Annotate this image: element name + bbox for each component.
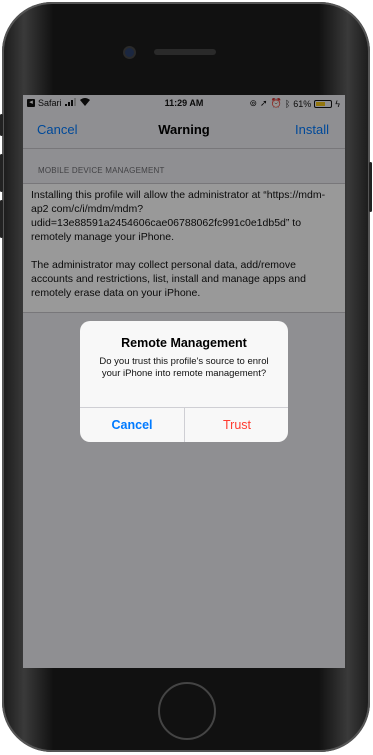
front-camera — [125, 48, 134, 57]
volume-up-button — [0, 154, 3, 192]
alert-title: Remote Management — [121, 336, 247, 350]
alert-cancel-button[interactable]: Cancel — [80, 408, 184, 442]
earpiece-speaker — [154, 49, 216, 55]
alert-message: Do you trust this profile's source to en… — [99, 356, 269, 379]
home-button[interactable] — [158, 682, 216, 740]
remote-management-alert: Remote Management Do you trust this prof… — [80, 321, 288, 442]
volume-down-button — [0, 200, 3, 238]
alert-trust-button[interactable]: Trust — [185, 408, 288, 442]
silent-switch — [0, 114, 3, 136]
power-button — [369, 162, 372, 212]
screen: ◂ Safari 11:29 AM ⊚ ➚ ⏰ ᛒ 61% ϟ Cancel W… — [23, 95, 345, 668]
